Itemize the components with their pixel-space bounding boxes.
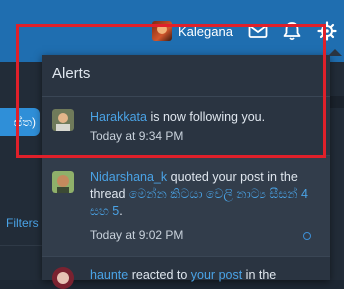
user-avatar[interactable]: [52, 267, 74, 289]
alert-message-suffix: .: [119, 204, 123, 218]
divider: [0, 245, 42, 246]
alert-item[interactable]: haunte reacted to your post in the: [42, 256, 330, 289]
alert-user-link[interactable]: Nidarshana_k: [90, 170, 167, 184]
highlight-box: [16, 24, 326, 158]
mark-read-toggle[interactable]: [303, 232, 311, 240]
scroll-area: [330, 96, 344, 108]
dropdown-caret: [328, 49, 342, 56]
alert-text: haunte reacted to your post in the: [90, 267, 316, 284]
filters-link[interactable]: Filters: [6, 216, 39, 230]
alert-timestamp: Today at 9:02 PM: [90, 228, 184, 242]
user-avatar[interactable]: [52, 171, 74, 193]
alert-text: Nidarshana_k quoted your post in the thr…: [90, 169, 316, 220]
page-background-right: [330, 62, 344, 280]
alert-item[interactable]: Nidarshana_k quoted your post in the thr…: [42, 156, 330, 256]
